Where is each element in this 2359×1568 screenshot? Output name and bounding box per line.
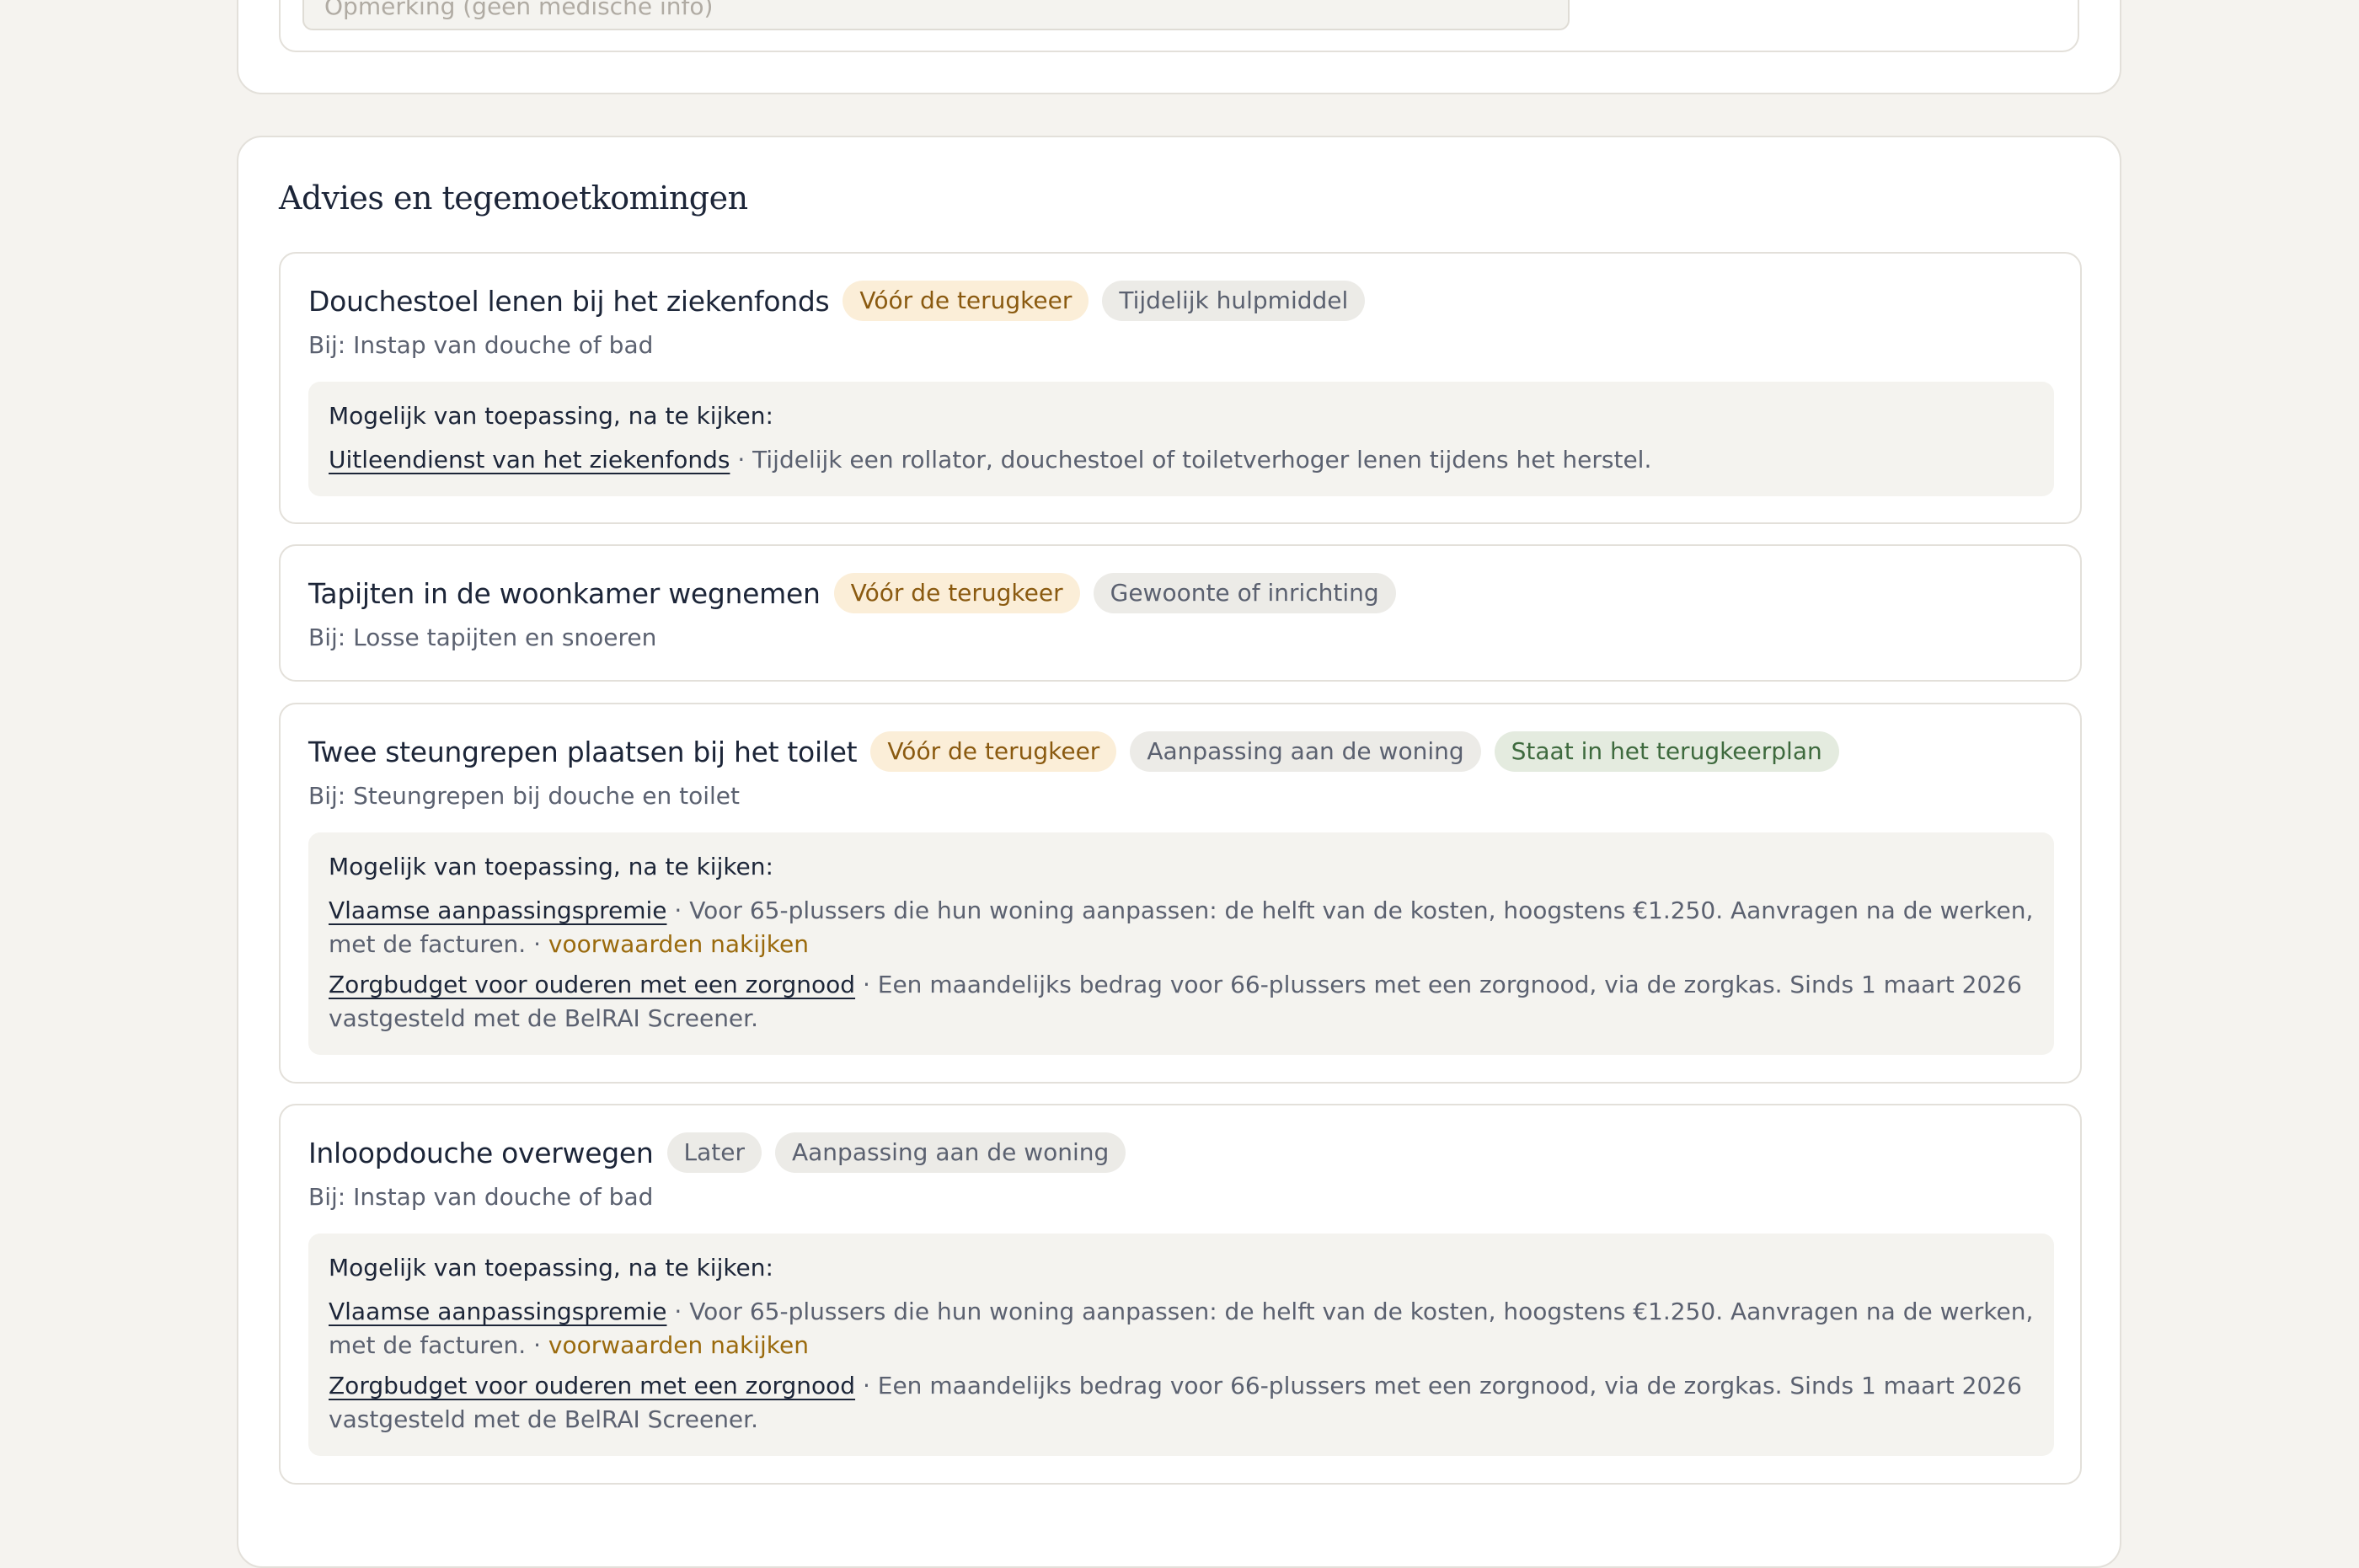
benefit-link[interactable]: Zorgbudget voor ouderen met een zorgnood (329, 971, 855, 998)
advice-card: Douchestoel lenen bij het ziekenfonds Vó… (279, 252, 2082, 524)
category-badge: Aanpassing aan de woning (774, 1132, 1126, 1173)
advice-card-header: Douchestoel lenen bij het ziekenfonds Vó… (308, 281, 1366, 321)
advice-card-header: Twee steungrepen plaatsen bij het toilet… (308, 731, 1839, 772)
conditions-link[interactable]: voorwaarden nakijken (548, 1331, 809, 1359)
timing-badge: Later (666, 1132, 762, 1173)
separator: · (855, 971, 878, 998)
plan-badge: Staat in het terugkeerplan (1494, 731, 1839, 772)
benefit-description: Tijdelijk een rollator, douchestoel of t… (752, 446, 1652, 474)
category-badge: Aanpassing aan de woning (1130, 731, 1481, 772)
applicable-item: Vlaamse aanpassingspremie · Voor 65-plus… (329, 894, 2034, 961)
benefit-link[interactable]: Zorgbudget voor ouderen met een zorgnood (329, 1372, 855, 1399)
notes-panel (237, 0, 2121, 94)
applicable-box: Mogelijk van toepassing, na te kijken: V… (308, 832, 2054, 1055)
advice-context: Bij: Steungrepen bij douche en toilet (308, 782, 741, 810)
separator: · (526, 1331, 548, 1359)
section-title: Advies en tegemoetkomingen (279, 179, 748, 217)
benefit-link[interactable]: Vlaamse aanpassingspremie (329, 896, 666, 924)
applicable-box: Mogelijk van toepassing, na te kijken: U… (308, 382, 2054, 496)
advice-context: Bij: Losse tapijten en snoeren (308, 623, 657, 651)
advice-card: Inloopdouche overwegen Later Aanpassing … (279, 1104, 2082, 1485)
applicable-heading: Mogelijk van toepassing, na te kijken: (329, 853, 773, 880)
separator: · (666, 1298, 690, 1325)
advice-card: Tapijten in de woonkamer wegnemen Vóór d… (279, 544, 2082, 682)
applicable-heading: Mogelijk van toepassing, na te kijken: (329, 402, 773, 430)
separator: · (526, 930, 548, 958)
category-badge: Tijdelijk hulpmiddel (1102, 281, 1366, 321)
applicable-item: Zorgbudget voor ouderen met een zorgnood… (329, 1369, 2034, 1437)
timing-badge: Vóór de terugkeer (870, 731, 1117, 772)
category-badge: Gewoonte of inrichting (1093, 573, 1396, 613)
advice-title: Tapijten in de woonkamer wegnemen (308, 576, 821, 610)
advice-panel: Advies en tegemoetkomingen Douchestoel l… (237, 136, 2121, 1568)
conditions-link[interactable]: voorwaarden nakijken (548, 930, 809, 958)
advice-context: Bij: Instap van douche of bad (308, 331, 654, 359)
benefit-link[interactable]: Vlaamse aanpassingspremie (329, 1298, 666, 1325)
separator: · (730, 446, 753, 474)
applicable-item: Zorgbudget voor ouderen met een zorgnood… (329, 968, 2034, 1036)
applicable-box: Mogelijk van toepassing, na te kijken: V… (308, 1234, 2054, 1456)
separator: · (666, 896, 690, 924)
applicable-item: Vlaamse aanpassingspremie · Voor 65-plus… (329, 1295, 2034, 1362)
advice-title: Inloopdouche overwegen (308, 1136, 654, 1169)
separator: · (855, 1372, 878, 1399)
timing-badge: Vóór de terugkeer (842, 281, 1089, 321)
applicable-item: Uitleendienst van het ziekenfonds · Tijd… (329, 443, 2034, 477)
notes-card (279, 0, 2079, 52)
advice-title: Douchestoel lenen bij het ziekenfonds (308, 284, 830, 318)
timing-badge: Vóór de terugkeer (833, 573, 1080, 613)
advice-card-header: Tapijten in de woonkamer wegnemen Vóór d… (308, 573, 1396, 613)
benefit-link[interactable]: Uitleendienst van het ziekenfonds (329, 446, 730, 474)
remark-input[interactable] (302, 0, 1570, 30)
advice-context: Bij: Instap van douche of bad (308, 1183, 654, 1211)
applicable-heading: Mogelijk van toepassing, na te kijken: (329, 1254, 773, 1282)
advice-card-header: Inloopdouche overwegen Later Aanpassing … (308, 1132, 1126, 1173)
advice-title: Twee steungrepen plaatsen bij het toilet (308, 735, 858, 768)
advice-card: Twee steungrepen plaatsen bij het toilet… (279, 703, 2082, 1084)
